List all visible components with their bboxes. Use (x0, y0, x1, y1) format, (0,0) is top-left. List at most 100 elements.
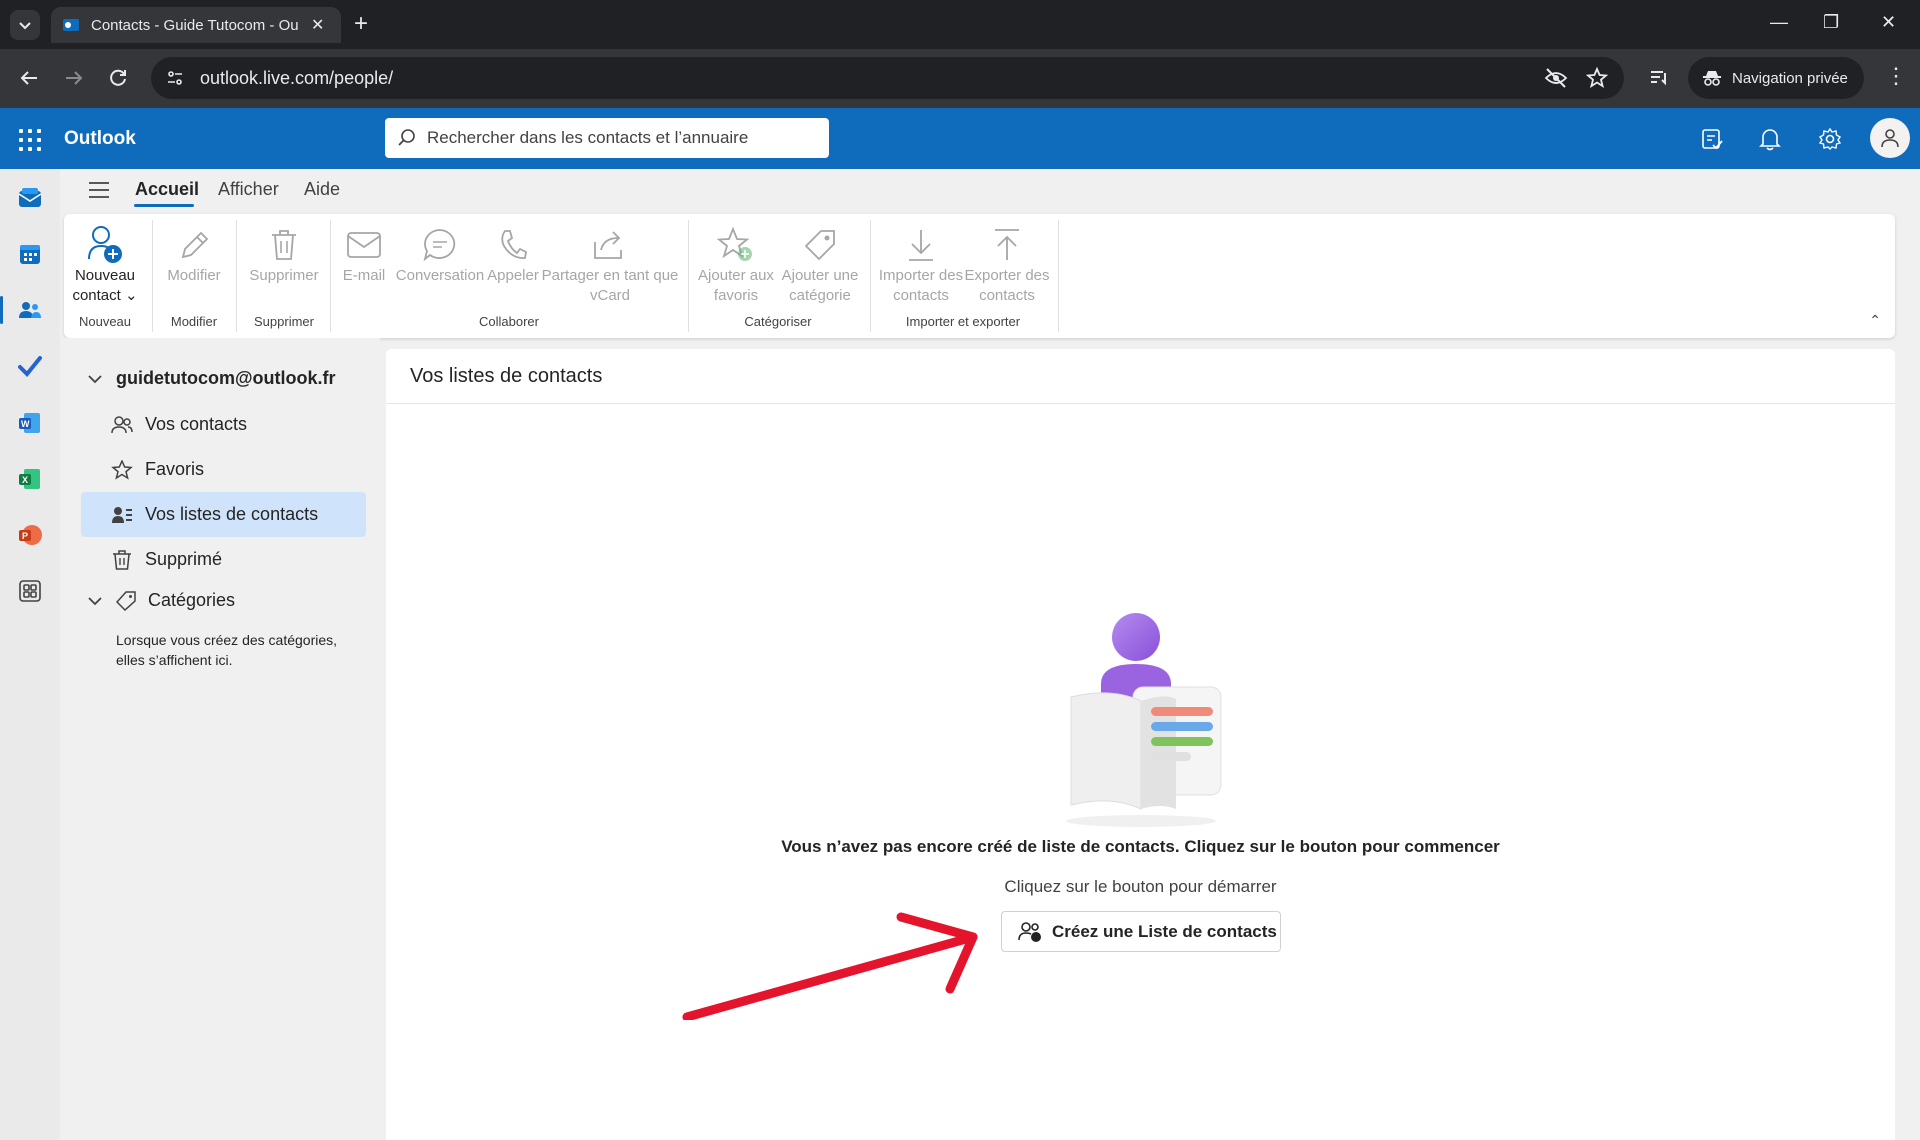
app-rail: W X P (0, 169, 60, 1140)
calendar-app-icon[interactable] (16, 240, 44, 268)
create-contact-list-button[interactable]: Créez une Liste de contacts (1001, 911, 1281, 952)
todo-app-icon[interactable] (16, 352, 44, 380)
eye-off-icon[interactable] (1544, 67, 1568, 89)
powerpoint-app-icon[interactable]: P (16, 521, 44, 549)
new-contact-label-2: contact (72, 287, 121, 304)
share-vcard-button[interactable]: Partager en tant que vCard (538, 224, 682, 306)
browser-tab[interactable]: Contacts - Guide Tutocom - Ou ✕ (51, 7, 341, 43)
folder-favoris[interactable]: Favoris (81, 447, 366, 492)
more-apps-icon[interactable] (16, 577, 44, 605)
tab-list-button[interactable] (10, 10, 40, 40)
folder-vos-contacts[interactable]: Vos contacts (81, 402, 366, 447)
site-info-icon[interactable] (166, 69, 184, 87)
outlook-header: Outlook Rechercher dans les contacts et … (0, 108, 1920, 169)
window-close-icon[interactable]: ✕ (1881, 12, 1896, 33)
trash-icon (272, 230, 296, 260)
app-launcher-icon[interactable] (19, 129, 41, 151)
group-supprimer: Supprimer (254, 314, 314, 329)
bookmark-star-icon[interactable] (1586, 67, 1608, 89)
svg-text:X: X (22, 475, 28, 485)
word-app-icon[interactable]: W (16, 409, 44, 437)
categories-node[interactable]: Catégories (88, 590, 235, 611)
ribbon-separator (152, 220, 153, 332)
excel-app-icon[interactable]: X (16, 465, 44, 493)
star-icon (111, 459, 133, 480)
restore-icon[interactable]: ❐ (1823, 12, 1839, 33)
todo-task-icon[interactable] (1700, 127, 1724, 151)
notification-bell-icon[interactable] (1759, 127, 1781, 151)
folder-supprime[interactable]: Supprimé (81, 537, 366, 582)
add-category-label-2: catégorie (789, 287, 851, 304)
mail-app-icon[interactable] (16, 184, 44, 212)
group-categoriser: Catégoriser (744, 314, 812, 329)
add-favorite-label-2: favoris (713, 287, 759, 304)
conversation-button[interactable]: Conversation (392, 224, 488, 286)
incognito-icon (1703, 71, 1721, 86)
call-button[interactable]: Appeler (482, 224, 544, 286)
group-nouveau: Nouveau (78, 314, 132, 329)
collapse-ribbon-icon[interactable]: ⌃ (1869, 312, 1881, 329)
share-label-1: Partager en tant que (541, 267, 679, 284)
search-placeholder: Rechercher dans les contacts et l’annuai… (427, 128, 749, 147)
export-contacts-button[interactable]: Exporter des contacts (964, 224, 1050, 306)
folder-pane: guidetutocom@outlook.fr Vos contacts Fav… (60, 338, 380, 1140)
edit-button[interactable]: Modifier (158, 224, 230, 286)
folder-label: Favoris (145, 459, 205, 479)
empty-state-message: Vous n’avez pas encore créé de liste de … (781, 837, 1500, 856)
new-contact-button[interactable]: Nouveau contact ⌄ (72, 224, 138, 306)
tab-afficher[interactable]: Afficher (218, 179, 279, 200)
tab-accueil[interactable]: Accueil (135, 179, 199, 200)
add-category-label-1: Ajouter une (781, 267, 859, 284)
add-favorite-button[interactable]: Ajouter aux favoris (694, 224, 778, 306)
minimize-icon[interactable]: — (1770, 12, 1788, 33)
email-button[interactable]: E-mail (336, 224, 392, 286)
chevron-down-icon: ⌄ (124, 287, 138, 304)
divider (386, 403, 1895, 404)
new-tab-button[interactable]: + (354, 12, 368, 36)
reading-list-icon[interactable] (1648, 67, 1670, 89)
star-add-icon (717, 227, 752, 261)
share-icon (594, 231, 622, 259)
reload-icon[interactable] (107, 67, 129, 89)
export-label-1: Exporter des (964, 267, 1050, 284)
search-icon (398, 129, 415, 146)
url-text: outlook.live.com/people/ (200, 67, 394, 88)
close-tab-icon[interactable]: ✕ (311, 15, 324, 35)
add-category-button[interactable]: Ajouter une catégorie (778, 224, 862, 306)
folder-vos-listes-de-contacts[interactable]: Vos listes de contacts (81, 492, 366, 537)
forward-icon[interactable] (63, 67, 85, 89)
chevron-down-icon (88, 374, 102, 383)
new-contact-label-1: Nouveau (74, 267, 136, 284)
brand-name: Outlook (64, 128, 136, 149)
email-label: E-mail (342, 267, 386, 284)
export-label-2: contacts (979, 287, 1035, 304)
active-tab-indicator (134, 204, 194, 207)
hamburger-menu-icon[interactable] (88, 181, 110, 199)
share-label-2: vCard (589, 287, 630, 304)
people-app-icon[interactable] (16, 296, 44, 324)
chevron-down-icon (88, 596, 102, 605)
account-avatar[interactable] (1870, 118, 1910, 158)
contacts-icon (111, 415, 133, 433)
account-node[interactable]: guidetutocom@outlook.fr (88, 368, 336, 389)
import-contacts-button[interactable]: Importer des contacts (876, 224, 966, 306)
incognito-indicator[interactable]: Navigation privée (1688, 57, 1864, 99)
outlook-favicon-icon (63, 19, 79, 31)
categories-note: Lorsque vous créez des catégories, elles… (116, 632, 338, 668)
tag-icon (804, 230, 835, 261)
import-label-2: contacts (893, 287, 949, 304)
ribbon-separator (330, 220, 331, 332)
delete-button[interactable]: Supprimer (242, 224, 326, 286)
back-icon[interactable] (18, 67, 40, 89)
search-box[interactable]: Rechercher dans les contacts et l’annuai… (385, 118, 829, 158)
address-bar[interactable]: outlook.live.com/people/ (151, 57, 1624, 99)
folder-label: Vos contacts (145, 414, 248, 434)
edit-label: Modifier (167, 267, 221, 284)
ribbon-separator (1058, 220, 1059, 332)
tab-aide[interactable]: Aide (304, 179, 340, 200)
call-label: Appeler (487, 267, 539, 284)
contact-list-icon (112, 506, 132, 523)
rail-selection-indicator (0, 296, 3, 324)
browser-menu-icon[interactable]: ⋮ (1885, 63, 1907, 89)
settings-gear-icon[interactable] (1818, 127, 1842, 151)
